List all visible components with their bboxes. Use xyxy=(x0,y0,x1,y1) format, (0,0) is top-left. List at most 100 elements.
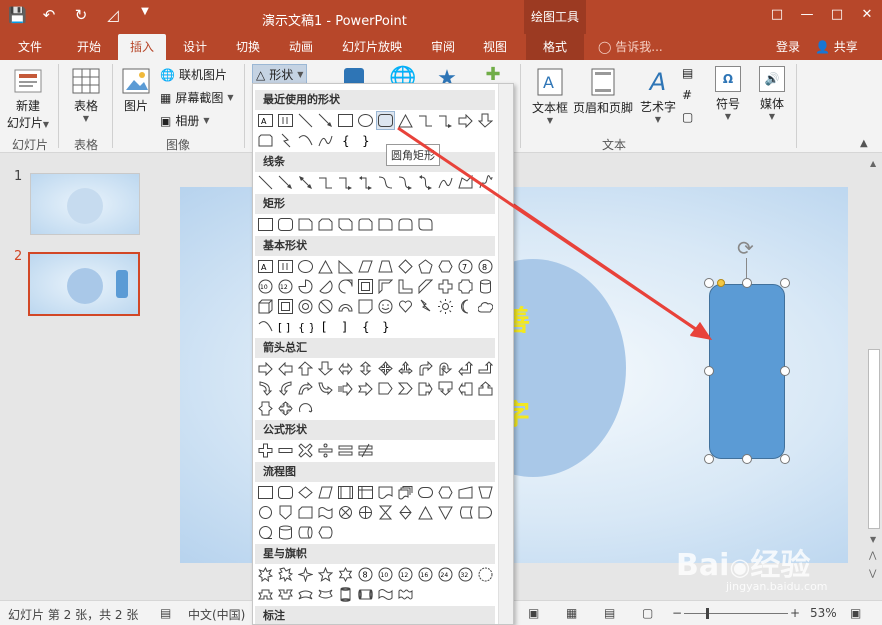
curved-up-arrow-shape-icon[interactable] xyxy=(297,380,314,397)
flowchart-or-shape-icon[interactable] xyxy=(357,504,374,521)
trapezoid-shape-icon[interactable] xyxy=(377,258,394,275)
explosion-1-shape-icon[interactable] xyxy=(257,566,274,583)
notes-status-icon[interactable]: ▤ xyxy=(160,606,171,620)
zoom-slider[interactable] xyxy=(684,613,788,614)
curve-shape-icon[interactable] xyxy=(437,174,454,191)
lightning-bolt-shape-icon[interactable] xyxy=(417,298,434,315)
prev-slide-icon[interactable]: ⋀ xyxy=(869,551,876,561)
arc-shape-icon[interactable] xyxy=(297,132,314,149)
flowchart-summing-junction-shape-icon[interactable] xyxy=(337,504,354,521)
decagon-shape-icon[interactable]: 10 xyxy=(257,278,274,295)
arrow-line-shape-icon[interactable] xyxy=(277,174,294,191)
down-arrow-shape-icon[interactable] xyxy=(317,360,334,377)
elbow-connector-shape-icon[interactable] xyxy=(417,112,434,129)
snip-same-side-shape-icon[interactable] xyxy=(317,216,334,233)
left-right-arrow-shape-icon[interactable] xyxy=(337,360,354,377)
donut-shape-icon[interactable] xyxy=(297,298,314,315)
quad-arrow-callout-shape-icon[interactable] xyxy=(277,400,294,417)
heptagon-shape-icon[interactable]: 7 xyxy=(457,258,474,275)
slideshow-view-icon[interactable]: ▢ xyxy=(642,606,653,620)
snip-round-shape-icon[interactable] xyxy=(357,216,374,233)
flowchart-terminator-shape-icon[interactable] xyxy=(417,484,434,501)
moon-shape-icon[interactable] xyxy=(457,298,474,315)
explosion-2-shape-icon[interactable] xyxy=(277,566,294,583)
normal-view-icon[interactable]: ▣ xyxy=(528,606,539,620)
left-arrow-shape-icon[interactable] xyxy=(277,360,294,377)
notched-right-arrow-shape-icon[interactable] xyxy=(357,380,374,397)
left-up-arrow-shape-icon[interactable] xyxy=(457,360,474,377)
down-arrow-callout-shape-icon[interactable] xyxy=(437,380,454,397)
flowchart-sort-shape-icon[interactable] xyxy=(397,504,414,521)
wave-shape-icon[interactable] xyxy=(377,586,394,603)
double-arrow-line-shape-icon[interactable] xyxy=(297,174,314,191)
block-arc-shape-icon[interactable] xyxy=(337,298,354,315)
double-wave-shape-icon[interactable] xyxy=(397,586,414,603)
round-single-corner-shape-icon[interactable] xyxy=(377,216,394,233)
zoom-out-icon[interactable]: − xyxy=(672,606,682,620)
flowchart-direct-access-storage-shape-icon[interactable] xyxy=(297,524,314,541)
flowchart-merge-shape-icon[interactable] xyxy=(437,504,454,521)
zoom-level[interactable]: 53% xyxy=(810,606,837,620)
round-diagonal-shape-icon[interactable] xyxy=(417,216,434,233)
flowchart-offpage-connector-shape-icon[interactable] xyxy=(277,504,294,521)
triangle-shape-icon[interactable] xyxy=(397,112,414,129)
round-same-side-shape-icon[interactable] xyxy=(397,216,414,233)
down-arrow-shape-icon[interactable] xyxy=(477,112,494,129)
slide-sorter-icon[interactable]: ▦ xyxy=(566,606,577,620)
left-brace-shape-icon[interactable]: { xyxy=(337,132,354,149)
right-bracket-shape-icon[interactable]: ] xyxy=(337,318,354,335)
scroll-thumb[interactable] xyxy=(868,349,880,529)
flowchart-manual-operation-shape-icon[interactable] xyxy=(477,484,494,501)
hexagon-shape-icon[interactable] xyxy=(437,258,454,275)
curved-left-arrow-shape-icon[interactable] xyxy=(277,380,294,397)
star-6-point-shape-icon[interactable] xyxy=(337,566,354,583)
curve-shape-icon[interactable] xyxy=(317,132,334,149)
cloud-shape-icon[interactable] xyxy=(477,298,494,315)
minus-sign-shape-icon[interactable] xyxy=(277,442,294,459)
curved-connector-shape-icon[interactable] xyxy=(377,174,394,191)
snip-diagonal-shape-icon[interactable] xyxy=(337,216,354,233)
curved-double-arrow-shape-icon[interactable] xyxy=(417,174,434,191)
oval-shape-icon[interactable] xyxy=(297,258,314,275)
up-arrow-callout-shape-icon[interactable] xyxy=(477,380,494,397)
star-32-point-shape-icon[interactable]: 32 xyxy=(457,566,474,583)
star-seal-shape-icon[interactable] xyxy=(477,566,494,583)
double-bracket-shape-icon[interactable]: [ ] xyxy=(277,318,294,335)
right-brace-shape-icon[interactable]: } xyxy=(377,318,394,335)
curved-ribbon-down-shape-icon[interactable] xyxy=(317,586,334,603)
double-brace-shape-icon[interactable]: { } xyxy=(297,318,314,335)
arc-shape-icon[interactable] xyxy=(257,318,274,335)
lightning-shape-icon[interactable] xyxy=(277,132,294,149)
left-brace-shape-icon[interactable]: { xyxy=(357,318,374,335)
flowchart-extract-shape-icon[interactable] xyxy=(417,504,434,521)
star-8-point-shape-icon[interactable]: 8 xyxy=(357,566,374,583)
snip-single-corner-shape-icon[interactable] xyxy=(297,216,314,233)
flowchart-decision-shape-icon[interactable] xyxy=(297,484,314,501)
star-24-point-shape-icon[interactable]: 24 xyxy=(437,566,454,583)
line-shape-icon[interactable] xyxy=(257,174,274,191)
zoom-in-icon[interactable]: + xyxy=(790,606,800,620)
horizontal-scroll-shape-icon[interactable] xyxy=(357,586,374,603)
right-triangle-shape-icon[interactable] xyxy=(337,258,354,275)
flowchart-internal-storage-shape-icon[interactable] xyxy=(357,484,374,501)
flowchart-multidocument-shape-icon[interactable] xyxy=(397,484,414,501)
scroll-up-icon[interactable]: ▲ xyxy=(870,159,876,168)
vertical-textbox-shape-icon[interactable] xyxy=(277,112,294,129)
star-12-point-shape-icon[interactable]: 12 xyxy=(397,566,414,583)
scroll-down-icon[interactable]: ▼ xyxy=(870,535,876,544)
equal-sign-shape-icon[interactable] xyxy=(337,442,354,459)
language-status[interactable]: 中文(中国) xyxy=(188,606,245,623)
textbox-shape-icon[interactable]: A xyxy=(257,112,274,129)
zoom-slider-thumb[interactable] xyxy=(706,608,709,619)
folded-corner-shape-icon[interactable] xyxy=(357,298,374,315)
flowchart-collate-shape-icon[interactable] xyxy=(377,504,394,521)
plaque-shape-icon[interactable] xyxy=(457,278,474,295)
flowchart-display-shape-icon[interactable] xyxy=(317,524,334,541)
flowchart-manual-input-shape-icon[interactable] xyxy=(457,484,474,501)
flowchart-magnetic-disk-shape-icon[interactable] xyxy=(277,524,294,541)
circular-arrow-shape-icon[interactable] xyxy=(297,400,314,417)
snip-rectangle-shape-icon[interactable] xyxy=(257,132,274,149)
left-right-arrow-callout-shape-icon[interactable] xyxy=(257,400,274,417)
next-slide-icon[interactable]: ⋁ xyxy=(869,569,876,579)
bent-arrow-shape-icon[interactable] xyxy=(417,360,434,377)
